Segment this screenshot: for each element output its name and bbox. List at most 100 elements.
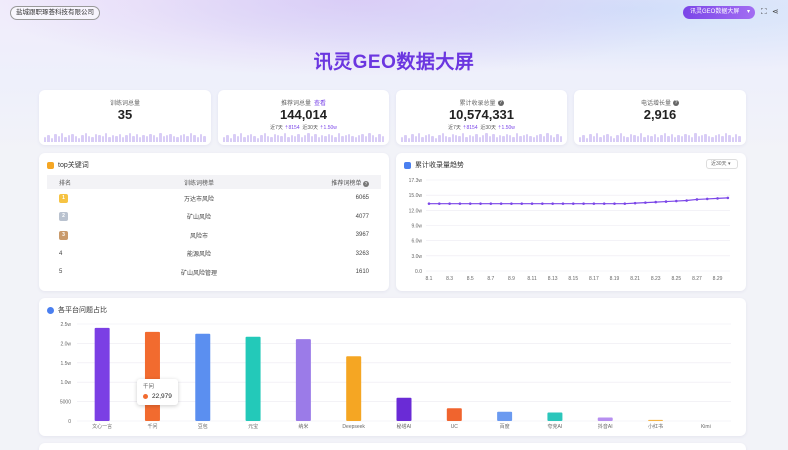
y-tick-label: 1.5w (60, 361, 71, 367)
data-point (644, 201, 647, 204)
table-header[interactable]: 推荐词榜单 ? (291, 175, 381, 189)
stat-label: 电话增长量? (640, 100, 679, 107)
data-point (499, 202, 503, 205)
table-header: 训练词榜单 (107, 175, 291, 189)
rank-number: 4 (59, 250, 63, 257)
x-tick-label: 8.23 (651, 276, 661, 282)
y-tick-label: 12.0w (409, 208, 423, 214)
top-bar: 盐城跟职琢荟科技有限公司 讯灵GEO数据大屏 ▾ ⛶ ⋖ (0, 0, 788, 26)
y-tick-label: 9.0w (411, 224, 422, 230)
stat-label: 推荐词总量 查看 (280, 101, 327, 107)
help-icon[interactable]: ? (673, 100, 679, 107)
help-icon: ? (363, 180, 369, 187)
bar (446, 408, 462, 421)
y-tick-label: 0.0 (415, 269, 422, 275)
keywords-table: 排名 训练词榜单 推荐词榜单 ? 1 万达市风险 6065 2 矿山风险 4077 3 风险市… (47, 175, 381, 282)
keyword-count: 3967 (355, 232, 369, 239)
sparkline (579, 132, 741, 142)
stat-value: 35 (117, 107, 133, 122)
fullscreen-icon[interactable]: ⛶ (761, 7, 767, 17)
y-tick-label: 15.0w (409, 193, 423, 199)
stat-card-recommend: 推荐词总量 查看 144,014 近7天 ⇡8154 近30天 ⇡1.50w (218, 90, 389, 145)
data-point (726, 196, 730, 200)
data-point (551, 202, 554, 205)
bar (396, 397, 412, 421)
x-tick-label: 8.1 (426, 276, 433, 282)
sparkline (401, 132, 562, 142)
trend-panel: 累计收录量趋势 近30天 ▾ 17.3w 15.0w 12.0w 9.0w 6.0w 3.… (396, 153, 746, 291)
data-point (633, 201, 637, 205)
platform-panel: 各平台问题占比 0 5000 1.0w 1.5w 2.0w 2.5w 文心一言 千问 豆包 元宝纳… (39, 298, 746, 436)
rank-medal-icon: 3 (59, 230, 68, 240)
rank-medal-icon: 2 (59, 212, 68, 222)
page-title: 讯灵GEO数据大屏 (313, 52, 475, 73)
table-row: 3 风险市 3967 (47, 226, 381, 245)
y-tick-label: 6.0w (411, 239, 422, 245)
bar (346, 356, 362, 421)
dashboard-selector-label: 讯灵GEO数据大屏 (690, 9, 740, 15)
data-point (438, 202, 441, 205)
x-tick-label: 小红书 (648, 423, 663, 430)
data-point (571, 202, 575, 205)
sparkline (223, 132, 384, 142)
x-tick-label: UC (451, 424, 459, 430)
bar (648, 419, 664, 421)
x-tick-label: 8.11 (527, 276, 537, 282)
x-tick-label: 8.29 (713, 276, 723, 282)
x-tick-label: 8.25 (671, 276, 681, 282)
x-tick-label: 8.21 (630, 276, 640, 282)
bar (195, 333, 211, 421)
series-line (429, 197, 728, 205)
bar (94, 327, 110, 421)
chart-tooltip: 千问 22,979 (137, 379, 178, 405)
data-point (675, 199, 678, 203)
rank-medal-icon: 1 (59, 193, 68, 203)
data-point (458, 202, 462, 205)
data-point (705, 197, 709, 201)
tooltip-label: 千问 (143, 384, 155, 390)
x-tick-label: 文心一言 (92, 423, 112, 430)
bar (144, 331, 160, 421)
data-point (613, 202, 616, 205)
x-tick-label: Kimi (701, 424, 711, 430)
sparkline (44, 132, 206, 142)
x-tick-label: 抖音AI (598, 423, 613, 430)
data-point (510, 202, 513, 205)
data-point (602, 202, 606, 205)
keyword-count: 3263 (355, 250, 369, 257)
y-tick-label: 2.0w (60, 341, 71, 347)
share-icon[interactable]: ⋖ (772, 7, 779, 17)
company-name: 盐城跟职琢荟科技有限公司 (10, 6, 100, 20)
bar (547, 412, 563, 421)
data-point (592, 202, 596, 205)
keyword-name: 能源风险 (186, 252, 211, 259)
stat-sub: 近7天 ⇡8154 近30天 ⇡1.50w (448, 125, 515, 131)
stat-card-training: 训练词总量 35 (39, 90, 211, 145)
keyword-name: 万达市风险 (183, 196, 214, 203)
x-tick-label: 8.17 (589, 276, 599, 282)
tooltip-dot (143, 393, 148, 399)
stat-label: 训练词总量 (109, 101, 140, 107)
dashboard-selector[interactable]: 讯灵GEO数据大屏 ▾ (683, 6, 755, 19)
data-point (427, 202, 431, 205)
x-tick-label: 千问 (147, 423, 157, 430)
data-point (561, 202, 565, 205)
data-point (489, 202, 493, 205)
stat-card-indexed: 累计收录总量? 10,574,331 近7天 ⇡8154 近30天 ⇡1.50w (396, 90, 567, 145)
data-point (716, 197, 719, 200)
data-point (623, 202, 627, 205)
y-tick-label: 0 (68, 419, 71, 425)
data-point (582, 202, 585, 205)
help-icon[interactable]: ? (497, 100, 504, 107)
x-tick-label: 8.19 (610, 276, 620, 282)
stat-value: 2,916 (643, 107, 677, 122)
stat-label: 累计收录总量? (459, 100, 504, 107)
x-tick-label: 纳米 (298, 423, 308, 430)
x-tick-label: 8.5 (467, 276, 474, 282)
table-row: 5 矿山风险管理 1610 (47, 263, 381, 282)
data-point (695, 198, 699, 201)
data-point (448, 202, 451, 205)
keyword-name: 矿山风险 (186, 215, 211, 222)
stat-card-phone: 电话增长量? 2,916 (574, 90, 746, 145)
data-point (685, 199, 688, 202)
